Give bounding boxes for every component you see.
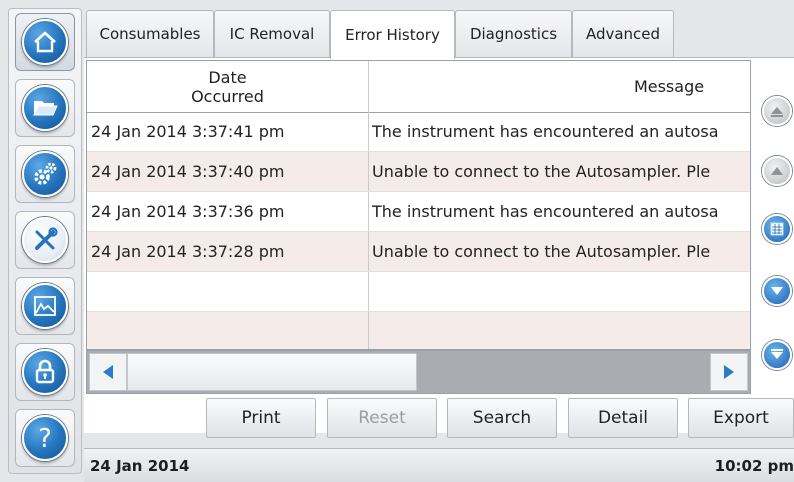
column-divider — [368, 112, 369, 151]
data-button[interactable] — [15, 277, 75, 335]
column-header-message[interactable]: Message — [369, 61, 750, 112]
lock-button[interactable] — [15, 343, 75, 401]
help-button[interactable]: ? — [15, 409, 75, 467]
help-icon: ? — [22, 415, 68, 461]
date-cell — [91, 272, 367, 311]
column-divider — [368, 312, 369, 349]
date-cell: 24 Jan 2014 3:37:40 pm — [91, 162, 285, 181]
scrollbar-thumb[interactable] — [127, 353, 417, 391]
horizontal-scrollbar[interactable] — [86, 350, 751, 394]
scroll-down-icon — [771, 287, 783, 295]
status-bar: 24 Jan 2014 10:02 pm — [84, 448, 794, 482]
scroll-left-button[interactable] — [89, 353, 127, 391]
scroll-down-button[interactable] — [762, 276, 792, 306]
home-icon — [22, 19, 68, 65]
table-row[interactable] — [87, 312, 750, 349]
scroll-up-icon — [771, 167, 783, 175]
tab-consumables[interactable]: Consumables — [86, 10, 214, 57]
scroll-bottom-icon — [771, 349, 783, 359]
error-history-table: Date Occurred Message 24 Jan 2014 3:37:4… — [86, 60, 751, 350]
message-cell — [372, 312, 750, 349]
sidebar: ? — [8, 8, 82, 474]
date-cell: 24 Jan 2014 3:37:28 pm — [91, 242, 285, 261]
column-divider — [368, 232, 369, 271]
tab-label: IC Removal — [229, 25, 315, 43]
status-date: 24 Jan 2014 — [90, 457, 190, 475]
tab-label: Error History — [345, 26, 440, 44]
tab-label: Diagnostics — [469, 25, 558, 43]
table-header: Date Occurred Message — [87, 61, 750, 113]
tab-error-history[interactable]: Error History — [330, 10, 455, 59]
settings-button[interactable] — [15, 145, 75, 203]
status-time: 10:02 pm — [714, 457, 794, 475]
export-button[interactable]: Export — [688, 398, 794, 438]
files-button[interactable] — [15, 79, 75, 137]
scroll-top-icon — [771, 107, 783, 117]
page-icon — [770, 222, 784, 236]
detail-button[interactable]: Detail — [568, 398, 678, 438]
table-row[interactable]: 24 Jan 2014 3:37:36 pm The instrument ha… — [87, 192, 750, 232]
message-cell: Unable to connect to the Autosampler. Pl… — [372, 162, 711, 181]
date-cell: 24 Jan 2014 3:37:41 pm — [91, 122, 285, 141]
tab-advanced[interactable]: Advanced — [572, 10, 674, 57]
chart-icon — [22, 283, 68, 329]
date-cell: 24 Jan 2014 3:37:36 pm — [91, 202, 285, 221]
reset-button[interactable]: Reset — [327, 398, 437, 438]
search-button[interactable]: Search — [447, 398, 557, 438]
column-divider — [368, 192, 369, 231]
tab-diagnostics[interactable]: Diagnostics — [455, 10, 572, 57]
table-row[interactable]: 24 Jan 2014 3:37:28 pm Unable to connect… — [87, 232, 750, 272]
date-cell — [91, 312, 367, 349]
service-button[interactable] — [15, 211, 75, 269]
table-row[interactable] — [87, 272, 750, 312]
scroll-top-button[interactable] — [762, 96, 792, 126]
message-cell — [372, 272, 750, 311]
message-cell: The instrument has encountered an autosa — [372, 122, 719, 141]
scroll-bottom-button[interactable] — [762, 340, 792, 370]
arrow-left-icon — [103, 365, 113, 379]
tab-label: Consumables — [99, 25, 201, 43]
print-button[interactable]: Print — [206, 398, 316, 438]
column-divider — [368, 272, 369, 311]
table-row[interactable]: 24 Jan 2014 3:37:40 pm Unable to connect… — [87, 152, 750, 192]
message-cell: Unable to connect to the Autosampler. Pl… — [372, 242, 711, 261]
column-header-date[interactable]: Date Occurred — [87, 61, 368, 112]
column-divider — [368, 152, 369, 191]
table-row[interactable]: 24 Jan 2014 3:37:41 pm The instrument ha… — [87, 112, 750, 152]
gears-icon — [22, 151, 68, 197]
lock-icon — [22, 349, 68, 395]
scroll-up-button[interactable] — [762, 156, 792, 186]
tools-icon — [22, 217, 68, 263]
tab-ic-removal[interactable]: IC Removal — [214, 10, 330, 57]
tab-label: Advanced — [585, 25, 661, 43]
message-cell: The instrument has encountered an autosa — [372, 202, 719, 221]
home-button[interactable] — [15, 13, 75, 71]
svg-text:?: ? — [38, 424, 52, 452]
arrow-right-icon — [724, 365, 734, 379]
folder-icon — [22, 85, 68, 131]
scroll-right-button[interactable] — [710, 353, 748, 391]
page-button[interactable] — [762, 214, 792, 244]
